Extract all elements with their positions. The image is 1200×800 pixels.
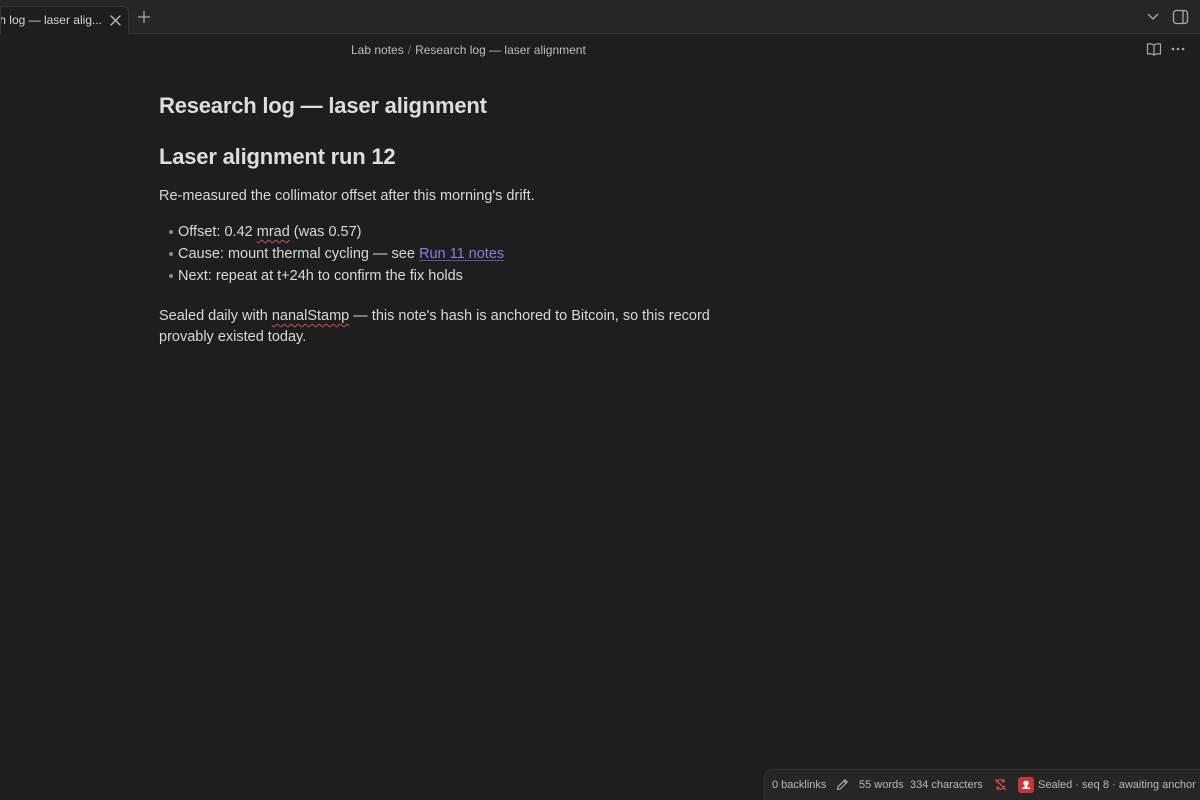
note-editor[interactable]: Research log — laser alignment Laser ali… [159,92,759,348]
list-item-text: Cause: mount thermal cycling — see [178,246,419,262]
list-item: Next: repeat at t+24h to confirm the fix… [159,265,759,287]
pencil-icon[interactable] [836,778,849,791]
backlinks-count[interactable]: 0 backlinks [772,779,826,791]
list-item-text: (was 0.57) [289,224,362,240]
stamp-status[interactable]: Sealed · seq 8 · awaiting anchor [1038,779,1196,791]
word-count: 55 words [859,779,904,791]
stamp-icon[interactable] [1018,777,1034,793]
bullet-list: Offset: 0.42 mrad (was 0.57) Cause: moun… [159,221,759,287]
chevron-down-icon[interactable] [1146,11,1160,23]
list-item-text: Next: repeat at t+24h to confirm the fix… [178,268,463,284]
list-item-text: Offset: 0.42 [178,224,257,240]
note-heading: Laser alignment run 12 [159,144,396,169]
plus-icon[interactable] [137,10,151,24]
list-item: Cause: mount thermal cycling — see Run 1… [159,243,759,265]
outro-text: Sealed daily with [159,308,272,324]
misspelled-word: nanalStamp [271,308,350,324]
sidebar-toggle-icon[interactable] [1172,9,1189,25]
breadcrumb: Lab notes / Research log — laser alignment [351,43,586,57]
status-bar: 0 backlinks 55 words 334 characters Seal… [764,769,1200,800]
list-item: Offset: 0.42 mrad (was 0.57) [159,221,759,243]
more-horizontal-icon[interactable] [1171,47,1185,51]
bullet-dot [169,230,173,234]
bullet-dot [169,274,173,278]
internal-link-run-11-notes[interactable]: Run 11 notes [419,246,504,262]
note-outro-paragraph: Sealed daily with nanalStamp — this note… [159,306,749,348]
close-icon[interactable] [109,14,122,27]
tab-research-log[interactable]: rch log — laser alig... [0,6,129,34]
character-count: 334 characters [910,779,983,791]
breadcrumb-current[interactable]: Research log — laser alignment [415,43,586,57]
note-title[interactable]: Research log — laser alignment [159,92,759,120]
tab-title: rch log — laser alig... [0,13,102,27]
sync-off-icon[interactable] [994,778,1007,791]
breadcrumb-folder[interactable]: Lab notes [351,43,404,57]
breadcrumb-separator: / [407,43,412,57]
note-intro-paragraph: Re-measured the collimator offset after … [159,188,535,204]
tab-bar: rch log — laser alig... [0,0,1200,34]
bullet-dot [169,252,173,256]
book-open-icon[interactable] [1146,42,1162,56]
misspelled-word: mrad [256,224,290,240]
